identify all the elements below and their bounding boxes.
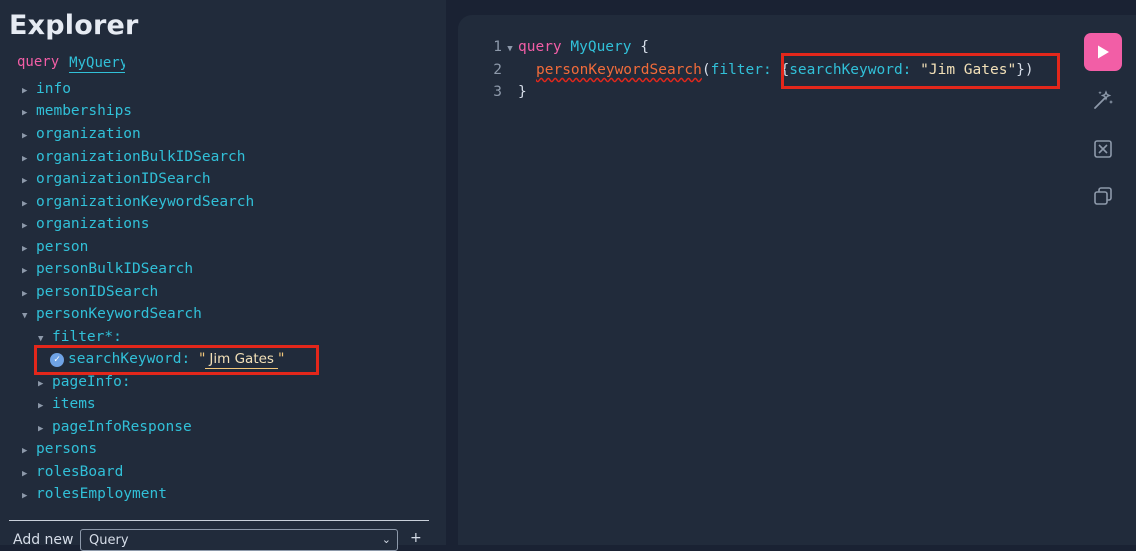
add-new-label: Add new bbox=[13, 532, 74, 548]
editor-line-3: 3} bbox=[458, 81, 526, 103]
merge-fragments-button[interactable] bbox=[1092, 138, 1114, 160]
operation-name-input[interactable]: MyQuery bbox=[69, 54, 126, 73]
explorer-item-organizations[interactable]: ▶ organizations bbox=[22, 213, 150, 235]
caret-right-icon: ▶ bbox=[38, 401, 44, 411]
caret-right-icon: ▶ bbox=[22, 446, 28, 456]
editor-line-1: 1 ▼ query MyQuery { bbox=[458, 36, 649, 58]
explorer-item-person[interactable]: ▶ person bbox=[22, 236, 88, 258]
explorer-divider bbox=[9, 520, 429, 521]
add-new-button[interactable]: + bbox=[410, 530, 422, 546]
caret-right-icon: ▶ bbox=[22, 108, 28, 118]
caret-right-icon: ▶ bbox=[22, 289, 28, 299]
explorer-item-info[interactable]: ▶ info bbox=[22, 78, 71, 100]
caret-right-icon: ▶ bbox=[22, 266, 28, 276]
explorer-item-rolesEmployment[interactable]: ▶ rolesEmployment bbox=[22, 483, 167, 505]
play-icon bbox=[1098, 45, 1109, 59]
panel-resize-handle[interactable] bbox=[446, 0, 458, 545]
explorer-item-personBulkIDSearch[interactable]: ▶ personBulkIDSearch bbox=[22, 258, 193, 280]
query-editor[interactable]: 1 ▼ query MyQuery { 2 personKeywordSearch(f… bbox=[458, 15, 1136, 545]
query-keyword: query bbox=[17, 54, 60, 70]
code-field-personKeywordSearch: personKeywordSearch bbox=[536, 62, 702, 78]
explorer-panel: Explorer query MyQuery ▶ info ▶ memberships… bbox=[0, 0, 446, 551]
caret-right-icon: ▶ bbox=[22, 244, 28, 254]
explorer-item-organizationIDSearch[interactable]: ▶ organizationIDSearch bbox=[22, 168, 211, 190]
run-button[interactable] bbox=[1084, 33, 1122, 71]
explorer-item-personKeywordSearch[interactable]: ▼ personKeywordSearch bbox=[22, 303, 202, 325]
caret-right-icon: ▶ bbox=[22, 154, 28, 164]
explorer-subitem-items[interactable]: ▶ items bbox=[38, 393, 96, 415]
prettify-button[interactable] bbox=[1092, 89, 1114, 111]
line-number: 3 bbox=[493, 84, 502, 100]
explorer-item-rolesBoard[interactable]: ▶ rolesBoard bbox=[22, 461, 123, 483]
highlight-box-editor bbox=[781, 53, 1060, 89]
explorer-title: Explorer bbox=[9, 10, 139, 41]
line-number: 2 bbox=[493, 62, 502, 78]
explorer-item-memberships[interactable]: ▶ memberships bbox=[22, 100, 132, 122]
explorer-subitem-pageInfo[interactable]: ▶ pageInfo: bbox=[38, 371, 131, 393]
explorer-item-organizationKeywordSearch[interactable]: ▶ organizationKeywordSearch bbox=[22, 191, 254, 213]
caret-down-icon: ▼ bbox=[22, 311, 28, 321]
caret-right-icon: ▶ bbox=[22, 199, 28, 209]
explorer-subitem-pageInfoResponse[interactable]: ▶ pageInfoResponse bbox=[38, 416, 192, 438]
caret-right-icon: ▶ bbox=[22, 176, 28, 186]
operation-header: query MyQuery bbox=[17, 54, 126, 74]
caret-right-icon: ▶ bbox=[22, 221, 28, 231]
fold-arrow-icon[interactable]: ▼ bbox=[502, 38, 518, 60]
explorer-item-persons[interactable]: ▶ persons bbox=[22, 438, 97, 460]
caret-right-icon: ▶ bbox=[22, 491, 28, 501]
explorer-item-organizationBulkIDSearch[interactable]: ▶ organizationBulkIDSearch bbox=[22, 146, 246, 168]
line-number: 1 bbox=[493, 39, 502, 55]
copy-icon bbox=[1094, 187, 1112, 205]
add-new-select-value: Query bbox=[89, 533, 129, 548]
caret-right-icon: ▶ bbox=[38, 424, 44, 434]
magic-wand-icon bbox=[1094, 90, 1113, 109]
caret-right-icon: ▶ bbox=[22, 86, 28, 96]
caret-right-icon: ▶ bbox=[22, 131, 28, 141]
add-new-select[interactable]: Query ⌄ bbox=[80, 529, 398, 551]
merge-fragments-icon bbox=[1094, 140, 1112, 158]
explorer-item-personIDSearch[interactable]: ▶ personIDSearch bbox=[22, 281, 158, 303]
explorer-item-organization[interactable]: ▶ organization bbox=[22, 123, 141, 145]
caret-right-icon: ▶ bbox=[22, 469, 28, 479]
chevron-down-icon: ⌄ bbox=[381, 533, 391, 546]
caret-right-icon: ▶ bbox=[38, 379, 44, 389]
copy-query-button[interactable] bbox=[1092, 185, 1114, 207]
